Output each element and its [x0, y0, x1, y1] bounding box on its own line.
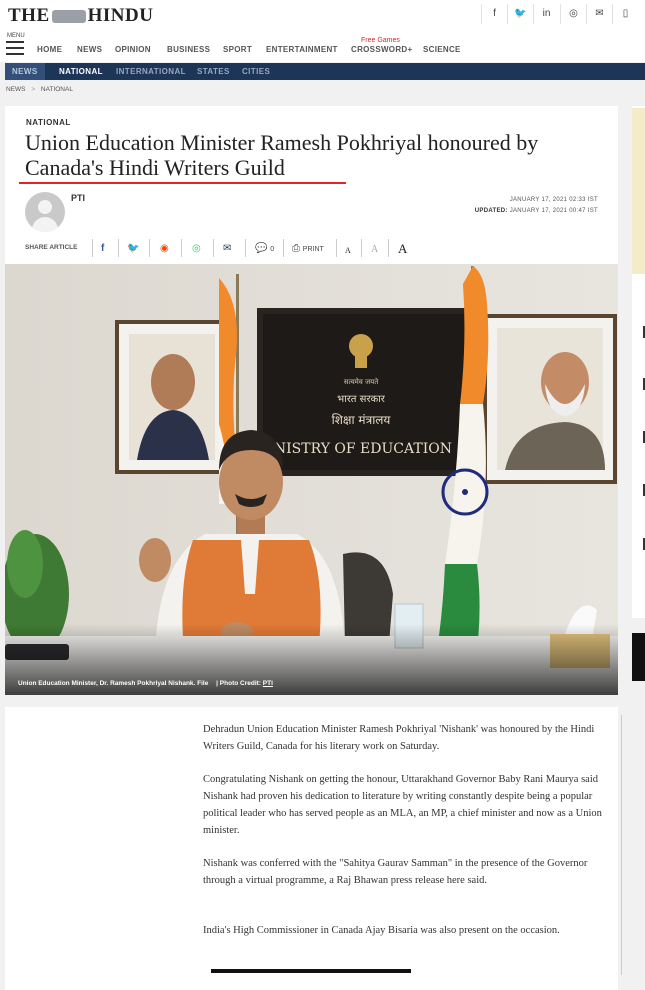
- plaque-line-3: शिक्षा मंत्रालय: [332, 413, 392, 427]
- menu-label: MENU: [7, 33, 25, 39]
- sidebar-ad[interactable]: [632, 108, 645, 274]
- nav-business[interactable]: BUSINESS: [167, 45, 210, 54]
- right-sidebar: [632, 106, 645, 618]
- article-paragraph: Nishank was conferred with the "Sahitya …: [203, 858, 588, 886]
- share-divider: [149, 239, 150, 257]
- share-divider: [283, 239, 284, 257]
- article-paragraph: Congratulating Nishank on getting the ho…: [203, 774, 602, 836]
- comment-icon[interactable]: 💬 0: [255, 243, 274, 254]
- caption-text: Union Education Minister, Dr. Ramesh Pok…: [18, 680, 209, 687]
- nav-science[interactable]: SCIENCE: [423, 45, 461, 54]
- updated-label: UPDATED:: [474, 208, 508, 214]
- comment-count: 0: [270, 246, 275, 253]
- logo-text-the: THE: [8, 5, 50, 26]
- share-divider: [213, 239, 214, 257]
- breadcrumb-separator: >: [31, 86, 36, 93]
- facebook-icon[interactable]: f: [481, 4, 507, 24]
- twitter-icon[interactable]: 🐦: [507, 4, 533, 24]
- site-header: THE HINDU f 🐦 in ◎ ✉ ▯ MENU HOME NEWS OPI…: [0, 0, 645, 62]
- share-divider: [361, 239, 362, 257]
- share-divider: [336, 239, 337, 257]
- mobile-icon[interactable]: ▯: [612, 4, 638, 24]
- logo-text-hindu: HINDU: [87, 5, 154, 26]
- font-size-small-button[interactable]: A: [345, 246, 351, 255]
- nav-sport[interactable]: SPORT: [223, 45, 252, 54]
- nav-entertainment[interactable]: ENTERTAINMENT: [266, 45, 338, 54]
- article-paragraph: Dehradun Union Education Minister Ramesh…: [203, 724, 595, 752]
- headline-underline: [19, 182, 346, 184]
- plaque-line-1: सत्यमेव जयते: [344, 377, 379, 386]
- section-tag[interactable]: NATIONAL: [26, 118, 71, 127]
- breadcrumb-national[interactable]: NATIONAL: [41, 86, 73, 93]
- subnav-states[interactable]: STATES: [197, 63, 230, 80]
- share-divider: [92, 239, 93, 257]
- share-divider: [118, 239, 119, 257]
- updated-date: JANUARY 17, 2021 00:47 IST: [509, 208, 598, 214]
- nav-opinion[interactable]: OPINION: [115, 45, 151, 54]
- hero-image: सत्यमेव जयते भारत सरकार शिक्षा मंत्रालय …: [5, 264, 618, 695]
- font-size-medium-button[interactable]: A: [371, 244, 378, 255]
- bottom-bar: [211, 969, 411, 973]
- facebook-share-icon[interactable]: f: [101, 243, 104, 254]
- email-icon[interactable]: ✉: [586, 4, 612, 24]
- font-size-large-button[interactable]: A: [398, 241, 407, 257]
- share-divider: [245, 239, 246, 257]
- twitter-share-icon[interactable]: 🐦: [127, 243, 139, 254]
- print-button[interactable]: ⎙ PRINT: [292, 243, 324, 254]
- linkedin-icon[interactable]: in: [533, 4, 559, 24]
- sidebar-dark-block: [632, 633, 645, 681]
- emblem-icon: [51, 10, 86, 24]
- plaque-line-2: भारत सरकार: [337, 394, 386, 405]
- hero-photo: सत्यमेव जयते भारत सरकार शिक्षा मंत्रालय …: [5, 264, 618, 695]
- author-avatar: [25, 192, 65, 232]
- email-share-icon[interactable]: ✉: [223, 243, 231, 254]
- share-article-label: SHARE ARTICLE: [25, 244, 78, 251]
- published-date: JANUARY 17, 2021 02:33 IST: [509, 197, 598, 203]
- site-logo[interactable]: THE HINDU: [8, 5, 153, 27]
- subnav-national[interactable]: NATIONAL: [59, 63, 103, 80]
- nav-news[interactable]: NEWS: [77, 45, 102, 54]
- column-divider: [621, 715, 622, 975]
- plaque-line-4: MINISTRY OF EDUCATION: [254, 441, 452, 457]
- caption-credit[interactable]: PTI: [263, 680, 273, 687]
- nav-home[interactable]: HOME: [37, 45, 62, 54]
- article-body: Dehradun Union Education Minister Ramesh…: [5, 707, 618, 990]
- subnav-international[interactable]: INTERNATIONAL: [116, 63, 186, 80]
- subnav-cities[interactable]: CITIES: [242, 63, 270, 80]
- breadcrumb: NEWS > NATIONAL: [6, 86, 73, 93]
- author-name[interactable]: PTI: [71, 193, 85, 203]
- section-subnav: NEWS NATIONAL INTERNATIONAL STATES CITIE…: [5, 63, 645, 80]
- print-label: PRINT: [302, 246, 324, 253]
- article-dates: JANUARY 17, 2021 02:33 IST UPDATED: JANU…: [475, 195, 598, 217]
- breadcrumb-news[interactable]: NEWS: [6, 86, 26, 93]
- share-divider: [181, 239, 182, 257]
- article-paragraph: India's High Commissioner in Canada Ajay…: [203, 925, 560, 936]
- caption-credit-label: | Photo Credit:: [216, 680, 261, 687]
- updated-line: UPDATED: JANUARY 17, 2021 00:47 IST: [475, 206, 598, 217]
- nav-crossword[interactable]: CROSSWORD+: [351, 45, 412, 54]
- reddit-share-icon[interactable]: ◉: [160, 243, 169, 254]
- article-card: NATIONAL Union Education Minister Ramesh…: [5, 106, 618, 695]
- share-divider: [388, 239, 389, 257]
- hamburger-menu-icon[interactable]: [6, 41, 24, 55]
- free-games-label[interactable]: Free Games: [361, 37, 400, 44]
- instagram-icon[interactable]: ◎: [560, 4, 586, 24]
- whatsapp-share-icon[interactable]: ◎: [192, 243, 201, 254]
- article-headline: Union Education Minister Ramesh Pokhriya…: [25, 130, 539, 180]
- image-caption: Union Education Minister, Dr. Ramesh Pok…: [18, 680, 273, 687]
- subnav-news[interactable]: NEWS: [5, 63, 45, 80]
